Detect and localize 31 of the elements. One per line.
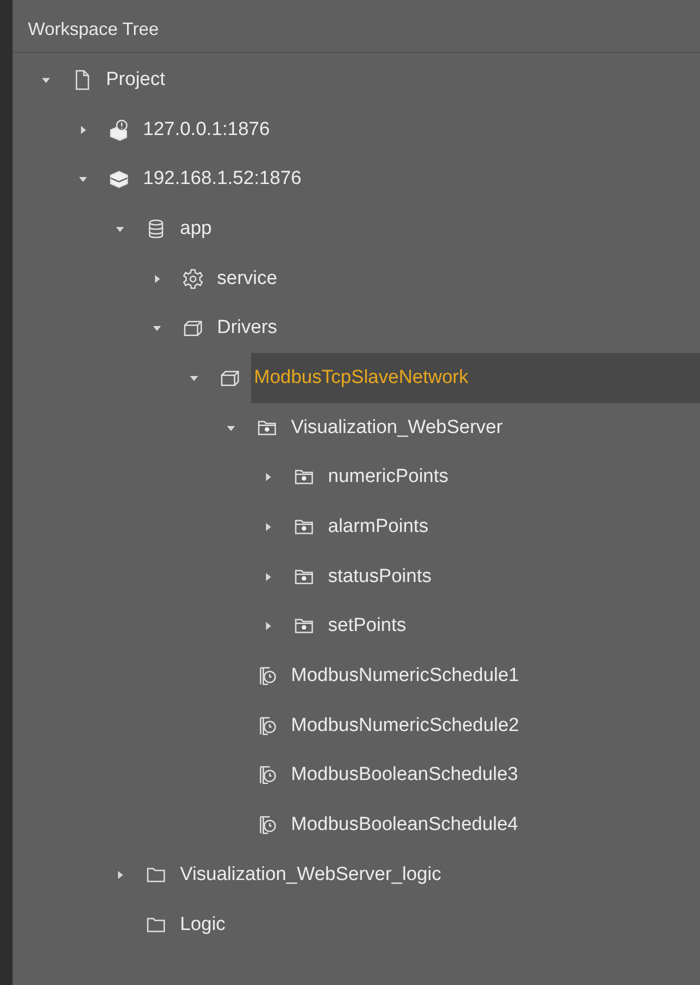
collapse-arrow-icon[interactable] (152, 323, 162, 334)
tree-item[interactable]: 192.168.1.52:1876 (140, 154, 302, 204)
expand-arrow-icon[interactable] (263, 522, 273, 532)
tree-item[interactable]: ModbusNumericSchedule2 (288, 700, 520, 751)
tree-item[interactable]: ModbusNumericSchedule1 (288, 651, 520, 701)
expand-arrow-icon[interactable] (263, 621, 273, 632)
tree-item[interactable]: statusPoints (325, 552, 432, 602)
expand-arrow-icon[interactable] (78, 124, 88, 135)
tree-item[interactable]: ModbusTcpSlaveNetwork (251, 353, 700, 403)
tree-item[interactable]: ModbusBooleanSchedule3 (288, 750, 518, 800)
tree-item[interactable]: service (214, 254, 278, 304)
server-icon (108, 168, 130, 190)
tree-item[interactable]: alarmPoints (325, 502, 428, 552)
expand-arrow-icon[interactable] (263, 472, 273, 482)
tree-item[interactable]: ModbusBooleanSchedule4 (288, 800, 518, 850)
expand-arrow-icon[interactable] (263, 572, 273, 582)
tree-item[interactable]: 127.0.0.1:1876 (140, 104, 270, 154)
tree-item[interactable]: Drivers (214, 303, 278, 354)
server-alert-icon (108, 118, 130, 141)
expand-arrow-icon[interactable] (152, 274, 162, 284)
gear-icon (182, 268, 204, 290)
tree-item[interactable]: Visualization_WebServer_logic (177, 850, 442, 900)
tree-item[interactable]: Logic (177, 900, 226, 950)
tree-item[interactable]: Project (103, 55, 166, 105)
tree-item[interactable]: app (177, 204, 212, 254)
tree-item[interactable]: setPoints (325, 602, 406, 652)
collapse-arrow-icon[interactable] (78, 174, 88, 184)
panel-title: Workspace Tree (28, 18, 159, 40)
expand-arrow-icon[interactable] (115, 870, 125, 880)
tree-item[interactable]: Visualization_WebServer (288, 402, 503, 452)
tree-item[interactable]: numericPoints (325, 452, 448, 502)
